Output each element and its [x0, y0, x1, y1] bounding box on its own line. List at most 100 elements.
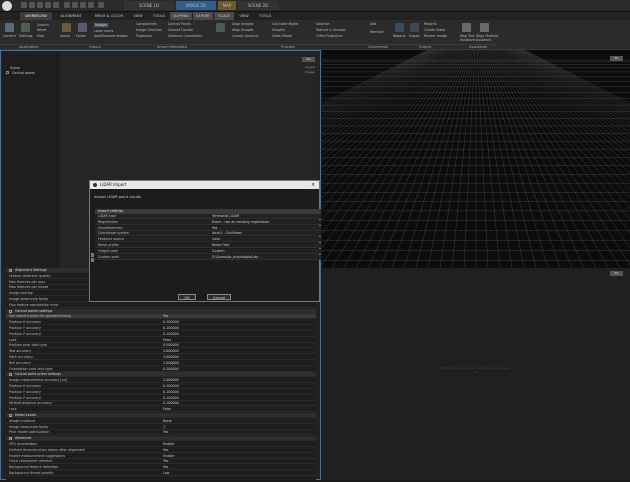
- tab-view[interactable]: VIEW: [130, 12, 146, 20]
- property-row[interactable]: Enable measurement suggestions Enable: [6, 454, 316, 459]
- ribbon-create-video[interactable]: Create Video: [424, 28, 445, 32]
- app-logo-icon[interactable]: [2, 1, 12, 11]
- property-row[interactable]: Default distance accuracy 0.100000: [6, 401, 316, 407]
- collapse-icon[interactable]: [9, 373, 12, 377]
- open-icon[interactable]: [29, 2, 35, 8]
- ribbon-simplify[interactable]: Simplify: [272, 28, 285, 32]
- tree-item-control-points[interactable]: Control points: [12, 71, 35, 75]
- new-icon[interactable]: [21, 2, 27, 8]
- ribbon-remove[interactable]: Remove: [370, 30, 383, 34]
- property-value[interactable]: 0.100000: [163, 390, 179, 395]
- property-value[interactable]: Enable: [163, 454, 174, 459]
- setting-value[interactable]: Color: [212, 237, 221, 242]
- setting-row[interactable]: Coordinate system local:1 - Euclidean: [95, 231, 321, 237]
- property-row[interactable]: Force component rematch Yes: [6, 459, 316, 465]
- setting-row[interactable]: Noise profile Noise Free: [95, 243, 321, 248]
- property-row[interactable]: Position Z accuracy 0.100000: [6, 396, 316, 401]
- tree-item-scene[interactable]: Scene: [10, 66, 20, 70]
- undo-icon[interactable]: [45, 2, 51, 8]
- property-value[interactable]: 0.100000: [163, 396, 179, 401]
- setting-row[interactable]: Features source Color: [95, 237, 321, 243]
- tab-workflow[interactable]: WORKFLOW: [20, 12, 52, 20]
- align-multiple-icon[interactable]: [480, 23, 489, 32]
- tab-view-2[interactable]: VIEW: [236, 12, 252, 20]
- ribbon-calculate-model[interactable]: Calculate Model: [272, 22, 298, 26]
- property-value[interactable]: Low: [163, 471, 170, 476]
- cancel-button[interactable]: Cancel: [207, 294, 231, 300]
- ribbon-texture[interactable]: Texture & Unwrap: [316, 28, 345, 32]
- setting-value[interactable]: Exact - use an existing registration: [212, 220, 270, 225]
- property-row[interactable]: Defined reconstruction region after alig…: [6, 448, 316, 453]
- property-row[interactable]: Position prior lock type 0.500000: [6, 343, 316, 349]
- property-row[interactable]: Position X accuracy 0.100000: [6, 320, 316, 326]
- ribbon-distance-constraints[interactable]: Distance Constraints: [168, 34, 202, 38]
- property-section[interactable]: Detail Levels: [6, 413, 316, 418]
- property-row[interactable]: Pitch accuracy 3.000000: [6, 355, 316, 360]
- expand-icon[interactable]: [6, 71, 9, 74]
- setting-row[interactable]: Registration Exact - use an existing regi…: [95, 219, 321, 225]
- property-row[interactable]: Use camera priors for georeferencing Yes: [6, 314, 316, 320]
- property-value[interactable]: 3.000000: [163, 361, 179, 366]
- collapse-icon[interactable]: [9, 414, 12, 417]
- view-tag[interactable]: 2D: [302, 57, 315, 62]
- tab-alignment[interactable]: ALIGNMENT: [56, 12, 86, 20]
- property-value[interactable]: None: [163, 419, 172, 424]
- property-row[interactable]: Position Y accuracy 0.100000: [6, 326, 316, 331]
- property-section[interactable]: Control point priors settings: [6, 372, 316, 378]
- property-row[interactable]: Position Z accuracy 0.100000: [6, 332, 316, 337]
- ribbon-clean-model[interactable]: Clean Model: [272, 34, 292, 38]
- property-row[interactable]: Max feature reprojection error: [6, 303, 316, 308]
- property-value[interactable]: 0.200000: [163, 367, 179, 372]
- tab-scene-1d[interactable]: SCENE 1D: [124, 1, 174, 10]
- setting-value[interactable]: Yes: [212, 226, 217, 231]
- property-value[interactable]: Yes: [163, 459, 168, 464]
- property-row[interactable]: Yaw accuracy 3.000000: [6, 349, 316, 355]
- view-3d-tag[interactable]: 3D: [610, 56, 623, 61]
- ribbon-control-points[interactable]: Control Points: [168, 22, 191, 26]
- report-icon[interactable]: [395, 23, 404, 32]
- setting-value[interactable]: D:\Scans\lio_tutorial\pts\Ldp: [212, 255, 258, 260]
- layout-1-icon[interactable]: [64, 2, 70, 8]
- ribbon-help[interactable]: Help: [37, 34, 45, 38]
- property-row[interactable]: Background thread priority Low: [6, 471, 316, 476]
- setting-row[interactable]: Custom path D:\Scans\lio_tutorial\pts\Ldp: [95, 254, 321, 260]
- property-value[interactable]: 0.100000: [163, 384, 179, 389]
- property-value[interactable]: Yes: [163, 465, 168, 470]
- ribbon-trajectory[interactable]: Trajectory: [136, 34, 152, 38]
- property-row[interactable]: Roll accuracy 3.000000: [6, 361, 316, 366]
- tab-scene-2d[interactable]: SCENE 2D: [238, 1, 278, 10]
- map-tool-icon[interactable]: [462, 23, 471, 32]
- layout-4-icon[interactable]: [88, 2, 94, 8]
- setting-row[interactable]: Output path Custom: [95, 248, 321, 254]
- property-value[interactable]: 3.000000: [163, 355, 179, 360]
- tab-clipping[interactable]: CLIPPING: [170, 12, 192, 20]
- settings-icon[interactable]: [21, 23, 30, 32]
- tab-image-2d[interactable]: IMAGE 2D: [176, 1, 216, 10]
- layout-2-icon[interactable]: [72, 2, 78, 8]
- export-icon[interactable]: [410, 23, 419, 32]
- start-icon[interactable]: [216, 23, 225, 32]
- ribbon-ground-control[interactable]: Ground Control: [168, 28, 193, 32]
- property-row[interactable]: Image downscale factor 1: [6, 425, 316, 430]
- property-value[interactable]: 3.000000: [163, 349, 179, 354]
- ribbon-reports[interactable]: Reports: [424, 22, 437, 26]
- property-value[interactable]: Yes: [163, 314, 168, 319]
- tab-tools[interactable]: TOOLS: [150, 12, 168, 20]
- property-row[interactable]: Position Y accuracy 0.100000: [6, 390, 316, 395]
- property-row[interactable]: GPU acceleration Enable: [6, 442, 316, 447]
- property-value[interactable]: False: [163, 338, 171, 343]
- view-2d-tag[interactable]: 2D: [610, 271, 623, 276]
- save-icon[interactable]: [37, 2, 43, 8]
- ribbon-launch[interactable]: Launch: [37, 23, 49, 27]
- collapse-icon[interactable]: [9, 309, 12, 313]
- property-row[interactable]: Image measurement accuracy [px] 2.000000: [6, 378, 316, 384]
- property-section[interactable]: Advanced: [6, 436, 316, 442]
- setting-row[interactable]: LiDAR type Terrestrial LiDAR: [95, 214, 321, 219]
- ribbon-laser-scans[interactable]: Laser scans: [94, 29, 113, 33]
- ribbon-add[interactable]: Add: [370, 22, 376, 26]
- property-section[interactable]: Control points settings: [6, 308, 316, 314]
- ribbon-align-images-2[interactable]: Align Images: [232, 28, 253, 32]
- property-value[interactable]: 2.000000: [163, 378, 179, 383]
- property-row[interactable]: Lock False: [6, 407, 316, 413]
- view-3d[interactable]: 3D: [322, 50, 630, 268]
